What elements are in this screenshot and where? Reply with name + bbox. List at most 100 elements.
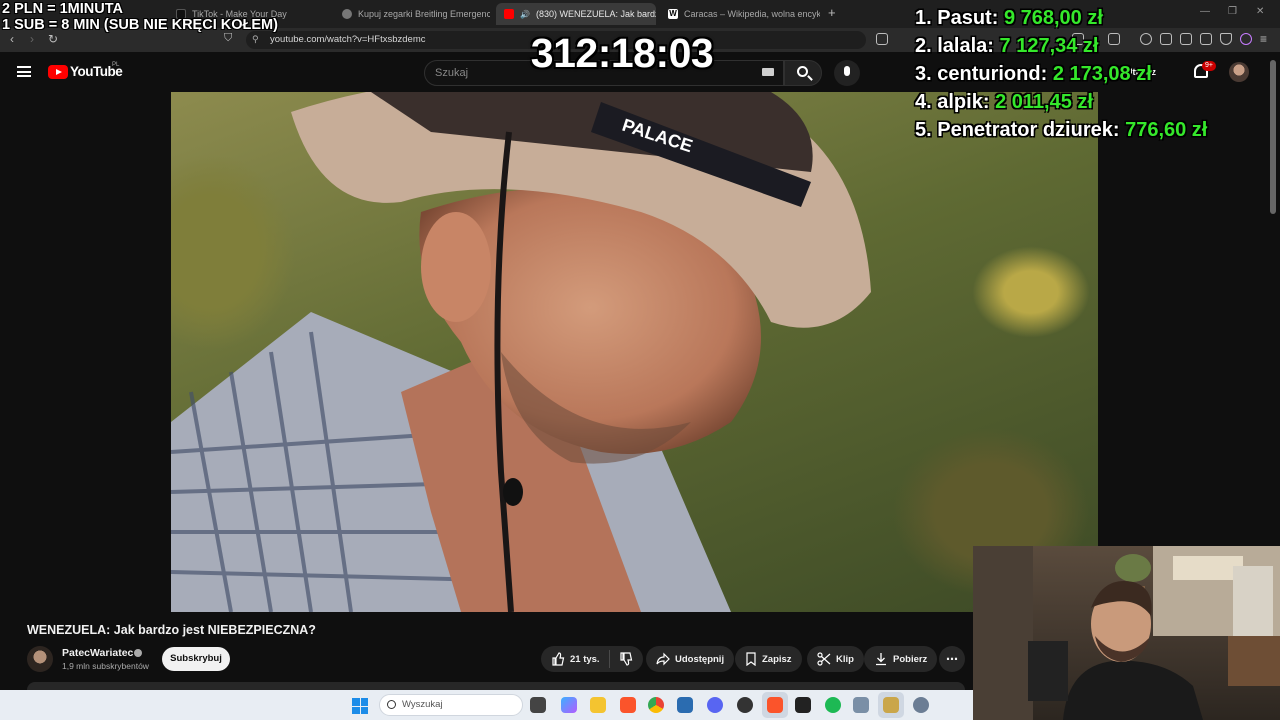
subathon-timer: 312:18:03 <box>530 30 714 76</box>
speaker-icon: 🔊 <box>520 9 530 19</box>
rate-line-2: 1 SUB = 8 MIN (SUB NIE KRĘCI KOŁEM) <box>2 17 278 33</box>
app-icon[interactable] <box>795 697 811 713</box>
verified-icon <box>134 649 142 657</box>
maximize-icon[interactable]: ❐ <box>1228 6 1237 17</box>
copilot-icon[interactable] <box>561 697 577 713</box>
clip-label: Klip <box>836 653 854 665</box>
site-info-icon[interactable]: ⚲ <box>252 34 259 45</box>
page-icon <box>342 9 352 19</box>
clip-button[interactable]: Klip <box>807 646 864 672</box>
back-icon[interactable]: ‹ <box>10 32 14 46</box>
page-scrollbar[interactable] <box>1270 60 1276 214</box>
account-avatar[interactable] <box>1229 62 1249 82</box>
leaderboard-row: 5. Penetrator dziurek: 776,60 zł <box>915 119 1207 147</box>
leaderboard-rank: 4. <box>915 91 932 113</box>
thumbs-down-icon[interactable] <box>619 652 633 666</box>
tab-label: Caracas – Wikipedia, wolna encyklop <box>684 9 820 19</box>
subscribe-button[interactable]: Subskrybuj <box>162 647 230 671</box>
rate-line-1: 2 PLN = 1MINUTA <box>2 1 123 17</box>
voice-search-button[interactable] <box>834 60 860 86</box>
wikipedia-icon: W <box>668 9 678 19</box>
leaderboard-row: 1. Pasut: 9 768,00 zł <box>915 7 1207 35</box>
obs-icon[interactable] <box>737 697 753 713</box>
leaderboard-amount: 2 173,08 zł <box>1052 63 1152 85</box>
hamburger-menu-icon[interactable] <box>17 66 31 77</box>
leaderboard-row: 2. lalala: 7 127,34 zł <box>915 35 1207 63</box>
tab-label: (830) WENEZUELA: Jak bardzo <box>535 9 656 19</box>
chrome-icon[interactable] <box>648 697 664 713</box>
video-player[interactable]: PALACE <box>171 92 1098 612</box>
taskbar-search-input[interactable]: Wyszukaj <box>379 694 523 716</box>
more-icon: ⋯ <box>946 652 958 666</box>
streamer-webcam <box>973 546 1280 720</box>
tab-wikipedia[interactable]: W Caracas – Wikipedia, wolna encyklop <box>660 3 820 25</box>
leaderboard-name: lalala: <box>937 35 994 57</box>
brave-active-icon[interactable] <box>767 697 783 713</box>
leaderboard-name: Penetrator dziurek: <box>937 119 1120 141</box>
tab-breitling[interactable]: Kupuj zegarki Breitling Emergency II <box>334 3 490 25</box>
leaderboard-name: centuriond: <box>937 63 1048 85</box>
more-actions-button[interactable]: ⋯ <box>939 646 965 672</box>
download-label: Pobierz <box>893 653 928 665</box>
leaderboard-rank: 2. <box>915 35 932 57</box>
store-icon[interactable] <box>677 697 693 713</box>
task-view-icon[interactable] <box>530 697 546 713</box>
search-button[interactable] <box>784 60 822 86</box>
windows-start-icon[interactable] <box>352 698 368 714</box>
cast-icon[interactable] <box>876 33 888 45</box>
youtube-logo-icon[interactable] <box>48 65 68 79</box>
download-icon <box>876 653 886 666</box>
menu-icon[interactable]: ≡ <box>1260 32 1267 46</box>
leaderboard-rank: 3. <box>915 63 932 85</box>
channel-name[interactable]: PatecWariatec <box>62 647 133 659</box>
keyboard-icon[interactable] <box>762 68 774 76</box>
like-dislike-group: 21 tys. <box>541 646 643 672</box>
leaderboard-amount: 9 768,00 zł <box>1003 7 1103 29</box>
leaderboard-amount: 7 127,34 zł <box>999 35 1099 57</box>
shield-icon[interactable] <box>1220 33 1232 45</box>
save-button[interactable]: Zapisz <box>735 646 802 672</box>
region-code: PL <box>112 62 120 68</box>
scissors-icon <box>817 652 831 666</box>
brave-browser-icon[interactable] <box>620 697 636 713</box>
channel-avatar[interactable] <box>27 646 53 672</box>
settings-gear-icon[interactable] <box>913 697 929 713</box>
tab-label: Kupuj zegarki Breitling Emergency II <box>358 9 490 19</box>
game-icon[interactable] <box>883 697 899 713</box>
leaderboard-rank: 5. <box>915 119 932 141</box>
share-button[interactable]: Udostępnij <box>646 646 735 672</box>
forward-icon[interactable]: › <box>30 32 34 46</box>
spotify-icon[interactable] <box>825 697 841 713</box>
leaderboard-row: 4. alpik: 2 011,45 zł <box>915 91 1207 119</box>
share-label: Udostępnij <box>675 653 725 665</box>
leaderboard-row: 3. centuriond: 2 173,08 zł <box>915 63 1207 91</box>
divider <box>608 650 610 668</box>
discord-icon[interactable] <box>707 697 723 713</box>
video-frame: PALACE <box>171 92 871 612</box>
bookmark-save-icon <box>746 652 756 666</box>
bookmark-icon[interactable]: ⛉ <box>224 32 232 45</box>
thumbs-up-icon[interactable] <box>551 652 565 666</box>
reload-icon[interactable]: ↻ <box>48 32 58 46</box>
profile-icon[interactable] <box>1240 33 1252 45</box>
leaderboard-name: alpik: <box>937 91 990 113</box>
download-button[interactable]: Pobierz <box>864 646 938 672</box>
search-icon <box>797 66 808 77</box>
youtube-icon <box>504 9 514 19</box>
file-explorer-icon[interactable] <box>590 697 606 713</box>
url-text: youtube.com/watch?v=HFtxsbzdemc <box>270 34 426 45</box>
like-count[interactable]: 21 tys. <box>570 654 600 665</box>
donation-rates-overlay: 2 PLN = 1MINUTA 1 SUB = 8 MIN (SUB NIE K… <box>2 1 278 33</box>
leaderboard-name: Pasut: <box>937 7 999 29</box>
save-label: Zapisz <box>762 653 792 665</box>
leaderboard-amount: 776,60 zł <box>1125 119 1208 141</box>
new-tab-button[interactable]: + <box>828 5 836 20</box>
close-window-icon[interactable]: ✕ <box>1256 6 1264 17</box>
search-icon <box>387 700 396 709</box>
taskbar-search-placeholder: Wyszukaj <box>402 699 443 710</box>
donation-leaderboard: 1. Pasut: 9 768,00 zł 2. lalala: 7 127,3… <box>915 7 1207 147</box>
calculator-icon[interactable] <box>853 697 869 713</box>
webcam-frame <box>973 546 1280 720</box>
tab-youtube-active[interactable]: 🔊 (830) WENEZUELA: Jak bardzo ✕ <box>496 3 656 25</box>
video-title: WENEZUELA: Jak bardzo jest NIEBEZPIECZNA… <box>27 623 316 637</box>
